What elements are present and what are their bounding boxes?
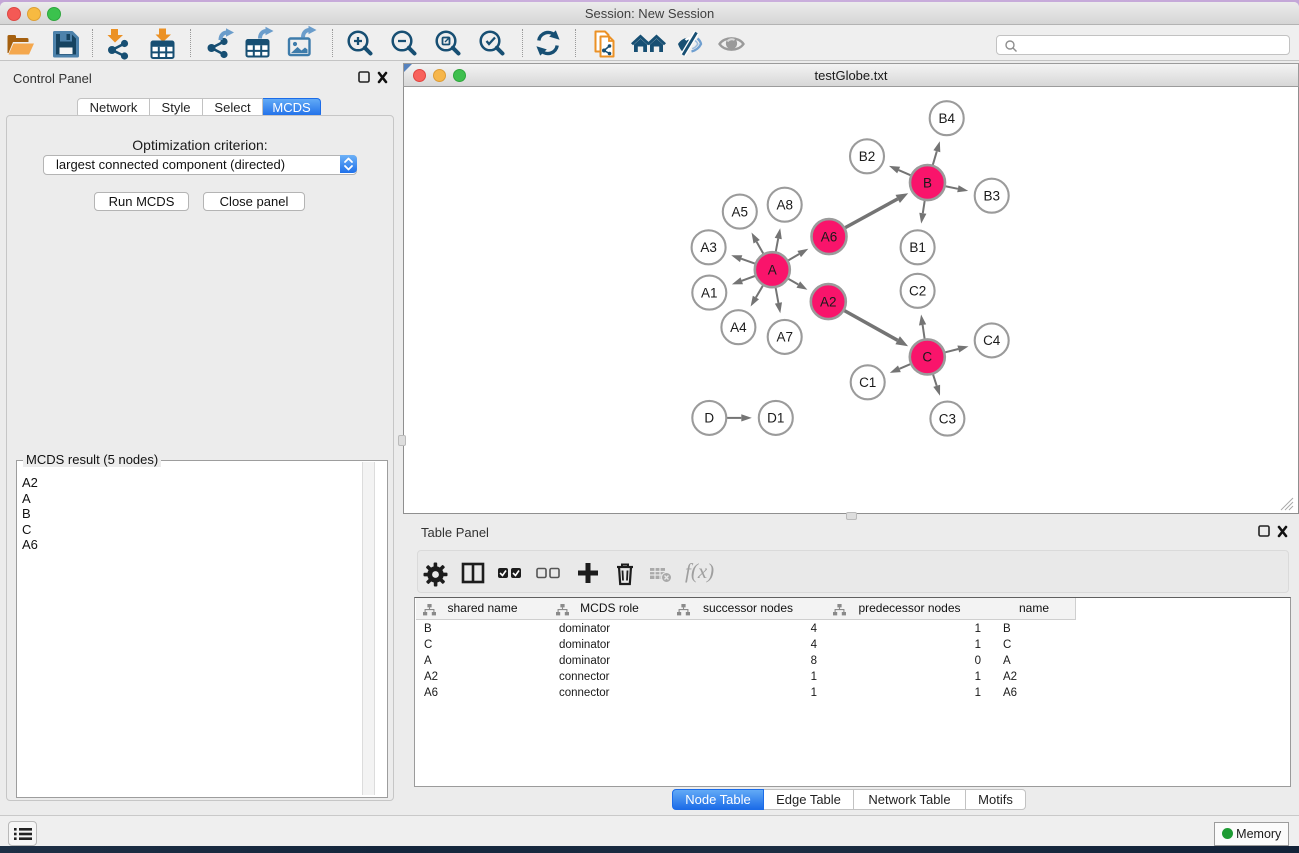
svg-text:C1: C1 xyxy=(859,375,876,390)
svg-text:A: A xyxy=(768,262,777,277)
svg-text:C2: C2 xyxy=(909,284,926,299)
svg-text:C: C xyxy=(922,350,932,365)
svg-text:A3: A3 xyxy=(700,240,717,255)
svg-text:C4: C4 xyxy=(983,333,1001,348)
svg-text:A8: A8 xyxy=(776,197,793,212)
svg-text:B1: B1 xyxy=(909,240,926,255)
svg-text:A4: A4 xyxy=(730,320,747,335)
svg-text:A5: A5 xyxy=(732,204,749,219)
svg-text:C3: C3 xyxy=(939,411,956,426)
svg-text:A1: A1 xyxy=(701,285,718,300)
svg-text:D1: D1 xyxy=(767,411,784,426)
svg-text:D: D xyxy=(704,411,714,426)
svg-text:B2: B2 xyxy=(859,149,876,164)
svg-text:A2: A2 xyxy=(820,294,837,309)
svg-text:A7: A7 xyxy=(776,330,793,345)
svg-text:B3: B3 xyxy=(983,188,1000,203)
svg-text:A6: A6 xyxy=(821,229,838,244)
svg-text:B: B xyxy=(923,175,932,190)
svg-text:B4: B4 xyxy=(938,111,955,126)
